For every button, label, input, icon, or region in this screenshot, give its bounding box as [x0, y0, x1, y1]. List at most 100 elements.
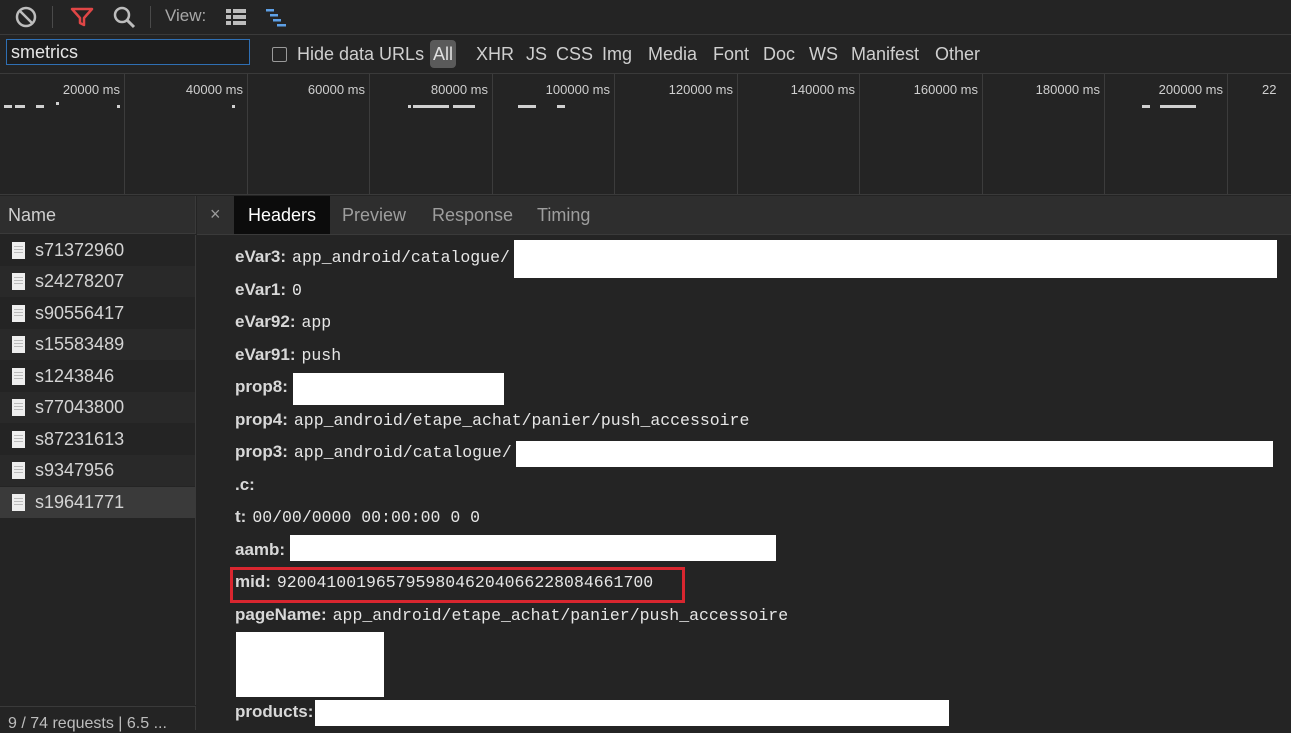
- timeline-tick: 160000 ms: [913, 82, 978, 97]
- document-icon: [12, 336, 25, 353]
- param-key: prop3:: [235, 442, 288, 461]
- type-filter-manifest[interactable]: Manifest: [851, 40, 919, 68]
- param-value: app: [301, 313, 332, 332]
- grid-line: [369, 74, 370, 194]
- document-icon: [12, 368, 25, 385]
- param-row: prop4: app_android/etape_achat/panier/pus…: [235, 410, 749, 434]
- waterfall-view-icon[interactable]: [262, 3, 290, 31]
- timeline-bar: [15, 105, 25, 108]
- request-row[interactable]: s77043800: [0, 392, 195, 423]
- checkbox-icon[interactable]: [272, 46, 287, 62]
- timeline-tick: 140000 ms: [790, 82, 855, 97]
- request-row[interactable]: s1243846: [0, 361, 195, 392]
- timeline-tick: 40000 ms: [185, 82, 243, 97]
- param-row: aamb:: [235, 540, 291, 564]
- request-name: s19641771: [35, 492, 125, 512]
- param-value: app_android/etape_achat/panier/push_acce…: [293, 411, 750, 430]
- type-filter-media[interactable]: Media: [648, 40, 697, 68]
- timeline-bar: [413, 105, 449, 108]
- request-row[interactable]: s15583489: [0, 329, 195, 360]
- param-row: products:: [235, 702, 319, 726]
- timeline-tick: 22: [1262, 82, 1277, 97]
- param-key: eVar3:: [235, 247, 287, 266]
- filter-input[interactable]: [6, 39, 250, 65]
- request-name: s90556417: [35, 303, 125, 323]
- type-filter-doc[interactable]: Doc: [763, 40, 795, 68]
- request-name: s71372960: [35, 240, 125, 260]
- timeline-tick: 80000 ms: [430, 82, 488, 97]
- param-key: aamb:: [235, 540, 286, 559]
- redacted-block: [293, 373, 504, 405]
- toolbar-divider: [52, 6, 53, 28]
- type-filter-css[interactable]: CSS: [556, 40, 593, 68]
- tab-response[interactable]: Response: [432, 196, 513, 234]
- name-column-header[interactable]: Name: [0, 196, 196, 234]
- list-view-icon[interactable]: [222, 3, 250, 31]
- document-icon: [12, 431, 25, 448]
- type-filter-xhr[interactable]: XHR: [476, 40, 514, 68]
- request-row-selected[interactable]: s19641771: [0, 487, 195, 518]
- mid-highlight-box: [230, 567, 685, 603]
- close-icon[interactable]: ×: [210, 204, 221, 225]
- type-filter-other[interactable]: Other: [935, 40, 980, 68]
- grid-line: [492, 74, 493, 194]
- param-row: pageName: app_android/etape_achat/panier/…: [235, 605, 788, 629]
- timeline-overview[interactable]: 20000 ms 40000 ms 60000 ms 80000 ms 1000…: [0, 74, 1291, 195]
- param-key: .c:: [235, 475, 255, 494]
- redacted-block: [290, 535, 776, 561]
- toolbar: View:: [0, 0, 1291, 35]
- headers-panel: eVar3: app_android/catalogue/ eVar1: 0 eVa…: [197, 235, 1291, 730]
- document-icon: [12, 242, 25, 259]
- param-row: eVar91: push: [235, 345, 341, 369]
- timeline-bar: [518, 105, 536, 108]
- request-name: s9347956: [35, 460, 115, 480]
- redacted-block: [236, 632, 384, 697]
- timeline-bar: [232, 105, 235, 108]
- request-row[interactable]: s9347956: [0, 455, 195, 486]
- timeline-bar: [1160, 105, 1196, 108]
- param-key: products:: [235, 702, 314, 721]
- timeline-tick: 20000 ms: [62, 82, 120, 97]
- type-filter-ws[interactable]: WS: [809, 40, 838, 68]
- detail-tabs: × Headers Preview Response Timing: [197, 196, 1291, 235]
- view-label: View:: [165, 6, 207, 25]
- timeline-bar: [56, 102, 59, 105]
- type-filter-font[interactable]: Font: [713, 40, 749, 68]
- grid-line: [859, 74, 860, 194]
- grid-line: [1104, 74, 1105, 194]
- document-icon: [12, 273, 25, 290]
- param-key: eVar1:: [235, 280, 287, 299]
- request-name: s77043800: [35, 397, 125, 417]
- tab-preview[interactable]: Preview: [342, 196, 406, 234]
- request-row[interactable]: s24278207: [0, 266, 195, 297]
- request-row[interactable]: s90556417: [0, 298, 195, 329]
- tab-timing[interactable]: Timing: [537, 196, 590, 234]
- type-filter-img[interactable]: Img: [602, 40, 632, 68]
- request-row[interactable]: s71372960: [0, 235, 195, 266]
- redacted-block: [315, 700, 949, 726]
- grid-line: [247, 74, 248, 194]
- type-filter-js[interactable]: JS: [526, 40, 547, 68]
- param-row: prop8:: [235, 377, 294, 401]
- filter-bar: Hide data URLs All XHR JS CSS Img Media …: [0, 35, 1291, 74]
- tab-headers[interactable]: Headers: [234, 196, 331, 234]
- grid-line: [614, 74, 615, 194]
- grid-line: [1227, 74, 1228, 194]
- param-row: eVar1: 0: [235, 280, 302, 304]
- timeline-bar: [557, 105, 565, 108]
- param-row: eVar92: app: [235, 312, 331, 336]
- grid-line: [737, 74, 738, 194]
- request-list: s71372960 s24278207 s90556417 s15583489 …: [0, 235, 196, 705]
- block-icon[interactable]: [12, 3, 40, 31]
- param-value: app_android/catalogue/: [292, 248, 510, 267]
- param-value: push: [301, 346, 342, 365]
- search-icon[interactable]: [110, 3, 138, 31]
- document-icon: [12, 462, 25, 479]
- document-icon: [12, 494, 25, 511]
- filter-icon[interactable]: [68, 3, 96, 31]
- grid-line: [124, 74, 125, 194]
- hide-data-urls-checkbox[interactable]: Hide data URLs: [272, 42, 424, 66]
- request-row[interactable]: s87231613: [0, 424, 195, 455]
- type-filter-all[interactable]: All: [430, 40, 457, 68]
- param-key: eVar91:: [235, 345, 296, 364]
